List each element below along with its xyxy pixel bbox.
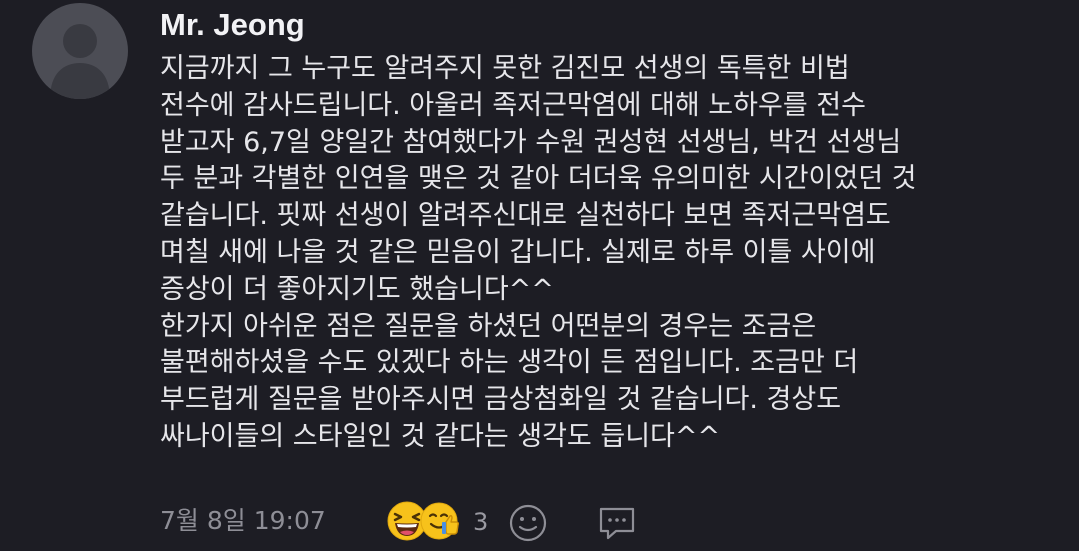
timestamp: 7월 8일 19:07: [160, 506, 326, 535]
comment-line: 지금까지 그 누구도 알려주지 못한 김진모 선생의 독특한 비법: [160, 53, 850, 84]
thumbs-up-face-icon: [420, 502, 460, 540]
comment-line: 며칠 새에 나을 것 같은 믿음이 갑니다. 실제로 하루 이틀 사이에: [160, 236, 876, 268]
comment-line: 증상이 더 좋아지기도 했습니다^^: [160, 273, 554, 305]
comment-text: 지금까지 그 누구도 알려주지 못한 김진모 선생의 독특한 비법 전수에 감사…: [160, 51, 1065, 456]
comment-line: 싸나이들의 스타일인 것 같다는 생각도 듭니다^^: [160, 420, 721, 452]
comment-line: 부드럽게 질문을 받아주시면 금상첨화일 것 같습니다. 경상도: [160, 384, 842, 416]
comment-line: 한가지 아쉬운 점은 질문을 하셨던 어떤분의 경우는 조금은: [160, 310, 817, 342]
comment-line: 두 분과 각별한 인연을 맺은 것 같아 더더욱 유의미한 시간이었던 것: [160, 163, 917, 195]
smiley-icon[interactable]: [507, 502, 549, 544]
comment-line: 받고자 6,7일 양일간 참여했다가 수원 권성현 선생님, 박건 선생님: [160, 126, 902, 158]
comment-footer: 7월 8일 19:07 3: [160, 500, 1060, 546]
default-profile-icon: [50, 24, 110, 99]
speech-bubble-icon[interactable]: [596, 502, 638, 544]
comment-line: 같습니다. 핏짜 선생이 알려주신대로 실천하다 보면 족저근막염도: [160, 200, 891, 232]
comment-line: 불편해하셨을 수도 있겠다 하는 생각이 든 점입니다. 조금만 더: [160, 347, 859, 379]
author-name[interactable]: Mr. Jeong: [160, 6, 305, 44]
reaction-count: 3: [473, 508, 489, 536]
avatar[interactable]: [32, 3, 128, 99]
comment-line: 전수에 감사드립니다. 아울러 족저근막염에 대해 노하우를 전수: [160, 89, 866, 121]
